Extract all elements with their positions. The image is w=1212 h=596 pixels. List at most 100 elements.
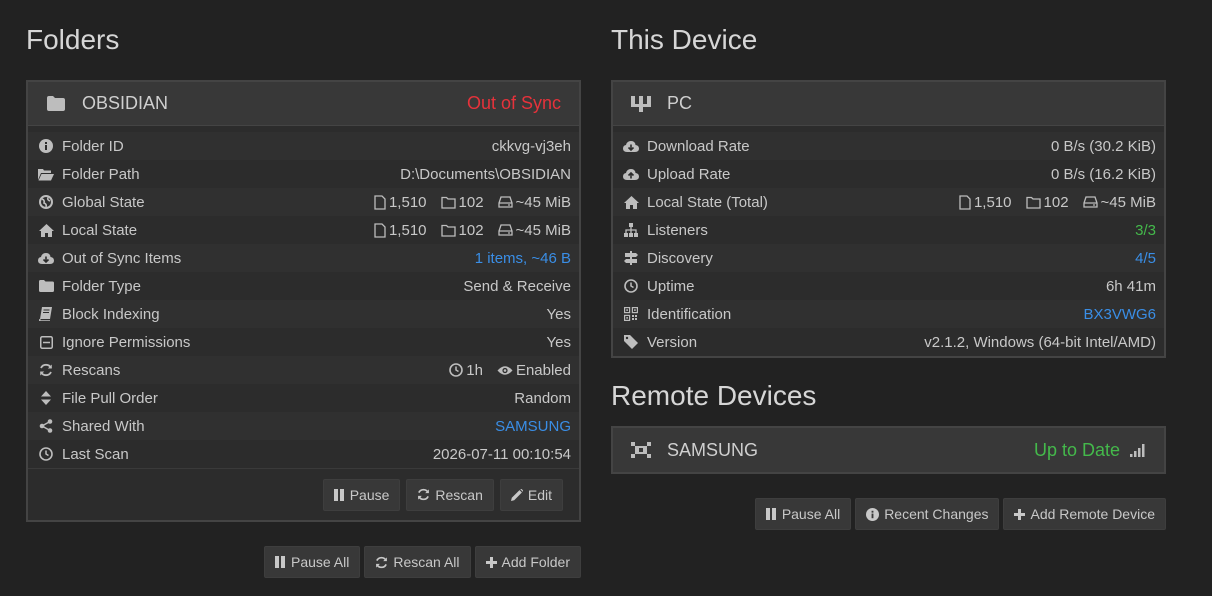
this-device-name: PC <box>667 93 693 113</box>
pause-all-devices-button[interactable]: Pause All <box>754 498 852 530</box>
folder-panel-obsidian: OBSIDIAN Out of Sync Folder ID ckkvg-vj3… <box>26 80 581 522</box>
hdd-icon <box>1082 196 1098 208</box>
row-value: 6h 41m <box>1105 277 1156 295</box>
recent-changes-button[interactable]: Recent Changes <box>855 498 1000 530</box>
row-value: Send & Receive <box>463 277 571 295</box>
folder-outline-icon <box>440 196 456 209</box>
discovery-status[interactable]: 4/5 <box>1135 250 1156 267</box>
row-label: Global State <box>62 193 145 211</box>
add-remote-device-button[interactable]: Add Remote Device <box>1003 498 1166 530</box>
row-value: 0 B/s (16.2 KiB) <box>1050 165 1156 183</box>
sort-icon <box>38 390 54 406</box>
folders-heading: Folders <box>26 24 120 55</box>
row-block-indexing: Block Indexing Yes <box>28 300 579 328</box>
remote-device-panel-samsung: SAMSUNG Up to Date <box>611 426 1166 474</box>
row-value: v2.1.2, Windows (64-bit Intel/AMD) <box>924 333 1156 351</box>
folder-panel-header[interactable]: OBSIDIAN Out of Sync <box>28 82 579 126</box>
remote-devices-actions: Pause All Recent Changes Add Remote Devi… <box>611 498 1166 530</box>
folder-panel-actions: Pause Rescan Edit <box>28 468 579 520</box>
add-folder-button[interactable]: Add Folder <box>474 546 581 578</box>
row-folder-type: Folder Type Send & Receive <box>28 272 579 300</box>
this-device-header[interactable]: PC <box>613 82 1164 126</box>
row-file-pull-order: File Pull Order Random <box>28 384 579 412</box>
folder-open-icon <box>38 166 54 182</box>
refresh-icon <box>418 488 430 501</box>
row-label: Version <box>647 333 698 351</box>
row-shared-with: Shared With SAMSUNG <box>28 412 579 440</box>
row-label: Identification <box>647 305 732 323</box>
clock-icon <box>623 278 639 294</box>
dirs-count: 102 <box>440 222 484 239</box>
row-value: 1,510 102 ~45 MiB <box>959 194 1156 211</box>
pause-folder-button[interactable]: Pause <box>322 478 401 511</box>
row-label: File Pull Order <box>62 389 158 407</box>
clock-icon <box>449 363 464 377</box>
row-upload-rate: Upload Rate 0 B/s (16.2 KiB) <box>613 160 1164 188</box>
files-count: 1,510 <box>374 194 427 211</box>
folder-details: Folder ID ckkvg-vj3eh Folder Path D:\Doc… <box>28 126 579 468</box>
hdd-icon <box>497 224 513 236</box>
row-listeners: Listeners 3/3 <box>613 216 1164 244</box>
size-total: ~45 MiB <box>1082 194 1156 211</box>
remote-device-header[interactable]: SAMSUNG Up to Date <box>613 428 1164 472</box>
eye-icon <box>497 365 513 375</box>
pencil-icon <box>510 488 523 501</box>
files-count: 1,510 <box>959 194 1012 211</box>
shared-device-link[interactable]: SAMSUNG <box>495 418 571 435</box>
refresh-icon <box>376 556 388 568</box>
row-label: Discovery <box>647 249 713 267</box>
pause-icon <box>333 488 344 501</box>
folder-outline-icon <box>440 224 456 237</box>
rescan-all-button[interactable]: Rescan All <box>364 546 471 578</box>
remote-device-name: SAMSUNG <box>667 439 759 460</box>
out-of-sync-link[interactable]: 1 items, ~46 B <box>475 250 571 267</box>
device-id-link[interactable]: BX3VWG6 <box>1083 306 1156 323</box>
cloud-download-icon <box>38 250 54 266</box>
pause-icon <box>274 556 285 568</box>
size-total: ~45 MiB <box>497 222 571 239</box>
this-device-heading: This Device <box>611 24 758 55</box>
pause-all-folders-button[interactable]: Pause All <box>263 546 361 578</box>
square-minus-icon <box>38 334 54 350</box>
rescan-interval: 1h <box>449 362 483 379</box>
clock-icon <box>38 446 54 462</box>
row-label: Uptime <box>647 277 695 295</box>
cloud-upload-icon <box>623 166 639 182</box>
row-value: 0 B/s (30.2 KiB) <box>1050 137 1156 155</box>
row-value: Random <box>514 389 571 407</box>
home-icon <box>38 222 54 238</box>
remote-device-status: Up to Date <box>1033 439 1120 460</box>
row-label: Rescans <box>62 361 121 379</box>
device-identicon <box>631 94 651 114</box>
tag-icon <box>623 334 639 350</box>
watcher-status: Enabled <box>497 362 571 379</box>
row-label: Shared With <box>62 417 145 435</box>
info-icon <box>38 138 54 154</box>
folders-column: Folders OBSIDIAN Out of Sync Folder ID c… <box>26 0 581 578</box>
qrcode-icon <box>623 306 639 322</box>
row-value: 1h Enabled <box>449 362 571 379</box>
row-out-of-sync-items: Out of Sync Items 1 items, ~46 B <box>28 244 579 272</box>
row-label: Local State <box>62 221 138 239</box>
home-icon <box>623 194 639 210</box>
row-folder-id: Folder ID ckkvg-vj3eh <box>28 132 579 160</box>
row-label: Out of Sync Items <box>62 249 182 267</box>
row-label: Folder Type <box>62 277 141 295</box>
rescan-folder-button[interactable]: Rescan <box>406 478 494 511</box>
plus-icon <box>1014 508 1026 520</box>
pause-icon <box>765 508 776 520</box>
folder-icon <box>38 278 54 294</box>
this-device-panel: PC Download Rate 0 B/s (30.2 KiB) Upload… <box>611 80 1166 358</box>
row-ignore-permissions: Ignore Permissions Yes <box>28 328 579 356</box>
listeners-status[interactable]: 3/3 <box>1135 222 1156 239</box>
devices-column: This Device PC Download Rate 0 B/s (30.2… <box>611 0 1166 530</box>
row-label: Download Rate <box>647 137 750 155</box>
hdd-icon <box>497 196 513 208</box>
dirs-count: 102 <box>440 194 484 211</box>
folder-outline-icon <box>1025 196 1041 209</box>
row-label: Listeners <box>647 221 708 239</box>
cloud-download-icon <box>623 138 639 154</box>
edit-folder-button[interactable]: Edit <box>499 478 563 511</box>
folders-actions: Pause All Rescan All Add Folder <box>26 546 581 578</box>
row-label: Block Indexing <box>62 305 160 323</box>
